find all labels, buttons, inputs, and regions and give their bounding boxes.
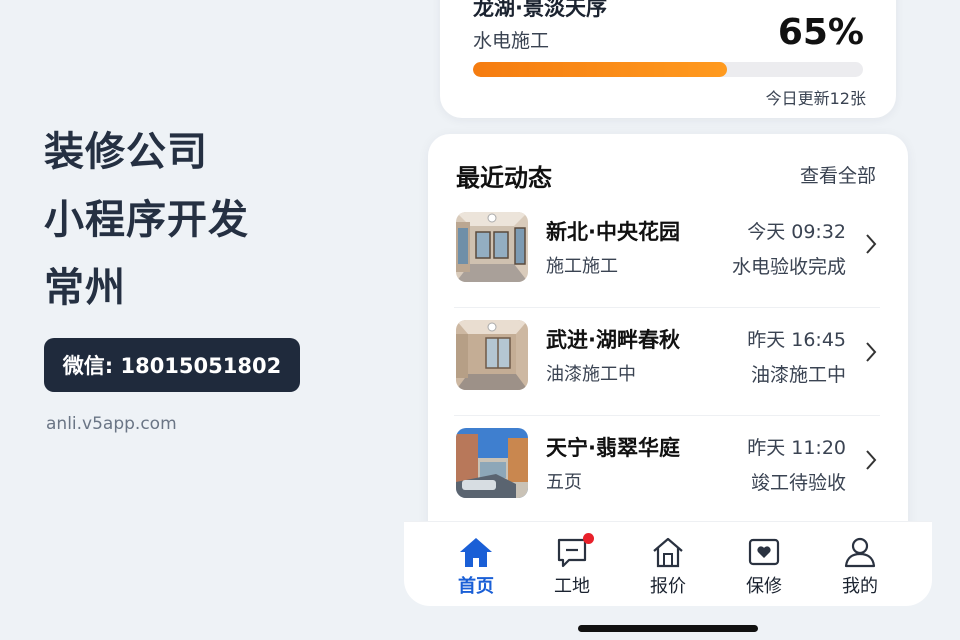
activity-subtitle: 施工施工 <box>546 256 618 277</box>
activity-row[interactable]: 武进·湖畔春秋 油漆施工中 昨天 16:45 油漆施工中 <box>454 308 880 416</box>
activity-status: 油漆施工中 <box>750 364 846 386</box>
tab-label: 保修 <box>746 576 782 597</box>
tab-site[interactable]: 工地 <box>536 533 608 598</box>
tab-label: 工地 <box>554 576 590 597</box>
section-title: 最近动态 <box>456 164 552 192</box>
project-progress-card[interactable]: 龙湖·景淡天序 水电施工 65% 今日更新12张 <box>440 0 896 118</box>
tab-label: 首页 <box>458 576 494 597</box>
home-icon <box>440 534 512 568</box>
tab-profile[interactable]: 我的 <box>824 534 896 598</box>
warranty-heart-icon <box>728 534 800 568</box>
project-stage: 水电施工 <box>473 30 550 52</box>
site-message-icon <box>536 533 608 568</box>
project-name: 新北·中央花园 <box>546 220 680 244</box>
activity-subtitle: 五页 <box>546 472 582 493</box>
tab-label: 报价 <box>650 576 686 597</box>
chevron-right-icon <box>866 450 877 470</box>
promo-block: 装修公司 小程序开发 常州 <box>44 118 374 322</box>
promo-line-2: 小程序开发 <box>44 197 249 243</box>
activity-status: 竣工待验收 <box>750 472 846 494</box>
progress-percent: 65% <box>777 12 864 53</box>
project-name: 武进·湖畔春秋 <box>546 328 680 352</box>
view-all-link[interactable]: 查看全部 <box>800 161 876 188</box>
activity-subtitle: 油漆施工中 <box>546 364 636 385</box>
wechat-contact-badge: 微信: 18015051802 <box>44 338 300 392</box>
activity-time: 今天 09:32 <box>747 221 846 243</box>
tab-label: 我的 <box>842 576 878 597</box>
website-text: anli.v5app.com <box>46 414 177 434</box>
activity-time: 昨天 11:20 <box>747 437 846 459</box>
tab-home[interactable]: 首页 <box>440 534 512 598</box>
recent-activity-card: 最近动态 查看全部 新北·中央花园 施工施工 今天 09:32 水电验收完成 武… <box>428 134 908 554</box>
room-photo-thumbnail <box>456 320 528 390</box>
progress-bar-fill <box>473 62 727 77</box>
activity-row[interactable]: 新北·中央花园 施工施工 今天 09:32 水电验收完成 <box>454 200 880 308</box>
tab-warranty[interactable]: 保修 <box>728 534 800 598</box>
project-name: 天宁·翡翠华庭 <box>546 436 680 460</box>
bottom-tab-bar: 首页 工地 报价 保修 我的 <box>404 522 932 606</box>
progress-bar <box>473 62 863 77</box>
room-photo-thumbnail <box>456 212 528 282</box>
chevron-right-icon <box>866 234 877 254</box>
activity-row[interactable]: 天宁·翡翠华庭 五页 昨天 11:20 竣工待验收 <box>454 416 880 524</box>
notification-dot <box>583 533 594 544</box>
tab-quote[interactable]: 报价 <box>632 534 704 598</box>
home-indicator[interactable] <box>578 625 758 632</box>
chevron-right-icon <box>866 342 877 362</box>
activity-status: 水电验收完成 <box>731 256 846 278</box>
promo-line-1: 装修公司 <box>44 129 208 175</box>
update-count: 今日更新12张 <box>765 89 866 108</box>
activity-time: 昨天 16:45 <box>747 329 846 351</box>
profile-icon <box>824 534 896 568</box>
building-photo-thumbnail <box>456 428 528 498</box>
quote-house-icon <box>632 534 704 568</box>
project-name: 龙湖·景淡天序 <box>473 0 607 20</box>
promo-line-3: 常州 <box>44 265 126 311</box>
